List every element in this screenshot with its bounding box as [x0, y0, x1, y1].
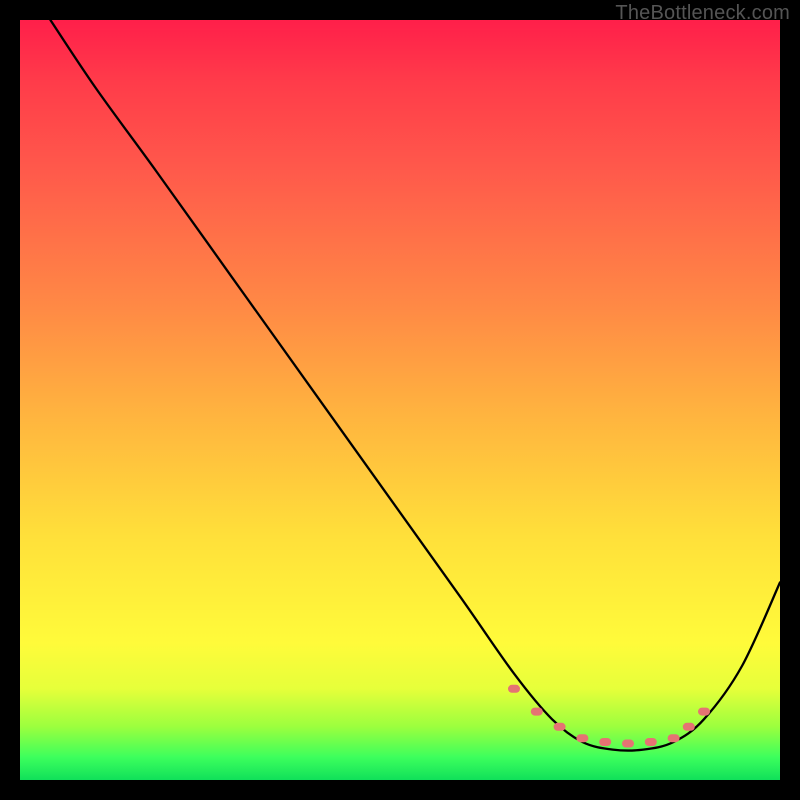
- bottleneck-curve: [50, 20, 780, 751]
- curve-layer: [20, 20, 780, 780]
- highlight-dot: [599, 738, 611, 746]
- highlight-dot: [683, 723, 695, 731]
- plot-area: [20, 20, 780, 780]
- highlight-dot: [668, 734, 680, 742]
- highlight-dot: [698, 708, 710, 716]
- highlight-dot: [531, 708, 543, 716]
- highlight-dot: [645, 738, 657, 746]
- watermark-text: TheBottleneck.com: [615, 2, 790, 25]
- highlight-dot: [576, 734, 588, 742]
- highlight-dots: [508, 685, 710, 748]
- bottleneck-curve-path: [50, 20, 780, 751]
- highlight-dot: [622, 740, 634, 748]
- highlight-dot: [508, 685, 520, 693]
- chart-frame: TheBottleneck.com: [0, 0, 800, 800]
- highlight-dot: [554, 723, 566, 731]
